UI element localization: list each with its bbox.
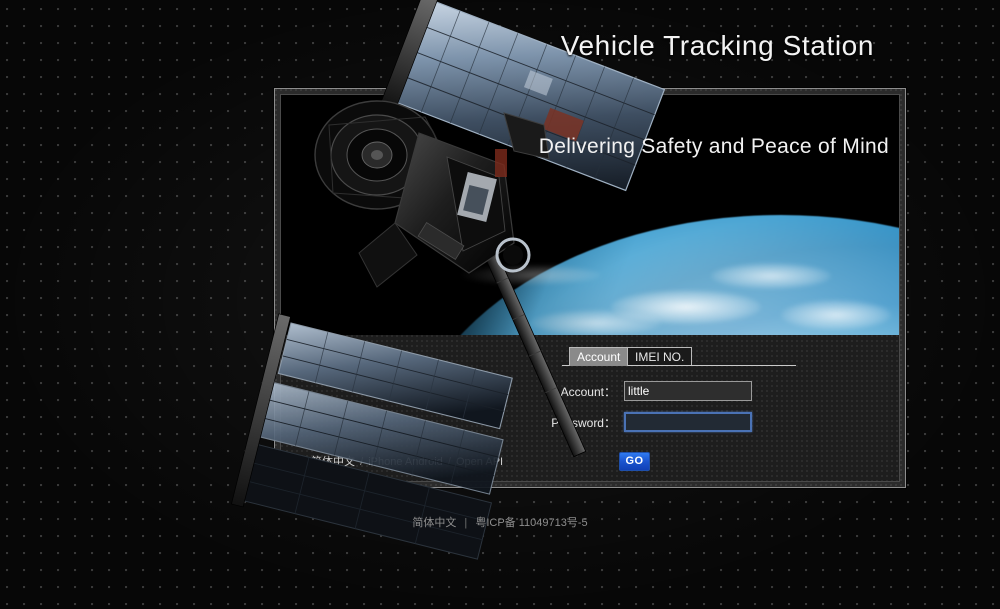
password-row: Password： [281,412,899,434]
go-button[interactable]: GO [619,452,650,471]
hero-tagline: Delivering Safety and Peace of Mind [538,135,889,158]
login-form: Account IMEI NO. Account： Password： GO 简… [281,335,899,481]
footer-link-simplified-chinese[interactable]: 简体中文 [412,517,456,529]
link-simplified-chinese[interactable]: 简体中文 [311,456,355,468]
link-separator-1: / [360,456,364,468]
page-title: Vehicle Tracking Station [560,30,874,61]
footer: 简体中文 | 粤ICP备 11049713号-5 [0,514,1000,530]
login-panel-inner: Delivering Safety and Peace of Mind Acco… [231,0,900,560]
login-tabs: Account IMEI NO. [569,347,804,367]
footer-icp-license: 粤ICP备 11049713号-5 [475,517,588,529]
account-input[interactable] [624,381,752,401]
password-label: Password： [551,416,616,430]
link-separator-2: / [447,456,451,468]
page-background: Vehicle Tracking Station Delivering Safe… [0,0,1000,609]
account-label: Account： [560,385,616,399]
hero-image [281,95,899,335]
footer-divider: | [464,517,468,529]
login-panel: Delivering Safety and Peace of Mind Acco… [231,0,906,560]
panel-links: 简体中文 / iPhone Android / Open API [311,453,503,469]
password-input[interactable] [624,412,752,432]
link-iphone-android[interactable]: iPhone Android [368,456,443,468]
earth-terminator [281,95,899,335]
account-row: Account： [281,381,899,403]
link-open-api[interactable]: Open API [456,456,503,468]
tab-imei-no[interactable]: IMEI NO. [627,347,693,366]
tab-account[interactable]: Account [569,347,629,366]
